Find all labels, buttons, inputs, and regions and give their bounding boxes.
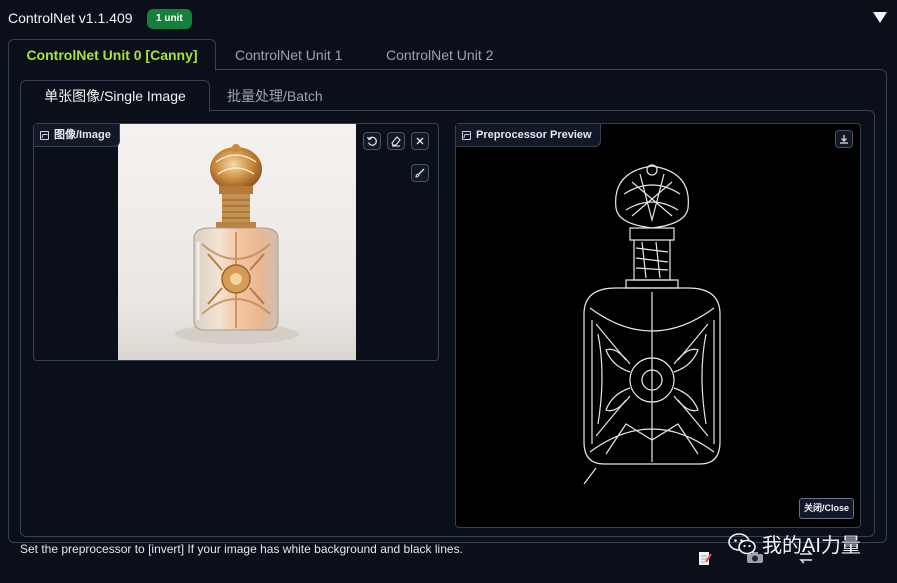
watermark: 我的AI力量 <box>728 529 861 558</box>
preprocessor-preview-box: Preprocessor Preview 关闭/Close <box>455 123 861 528</box>
image-input-box[interactable]: 图像/Image <box>33 123 439 361</box>
brush-icon <box>415 168 425 178</box>
image-label-chip: 图像/Image <box>34 124 120 147</box>
preprocessor-hint: Set the preprocessor to [invert] If your… <box>20 542 463 556</box>
undo-button[interactable] <box>363 132 381 150</box>
image-label: 图像/Image <box>54 129 111 141</box>
tab-controlnet-unit-0[interactable]: ControlNet Unit 0 [Canny] <box>8 39 216 71</box>
download-icon <box>840 135 848 144</box>
preview-label-chip: Preprocessor Preview <box>456 124 601 147</box>
write-icon[interactable] <box>698 550 712 569</box>
tab-controlnet-unit-1[interactable]: ControlNet Unit 1 <box>235 40 342 70</box>
close-icon <box>416 137 424 145</box>
preview-label: Preprocessor Preview <box>476 129 592 141</box>
close-preview-button[interactable]: 关闭/Close <box>798 498 854 519</box>
accordion-header[interactable]: ControlNet v1.1.409 1 unit <box>0 0 897 36</box>
download-button[interactable] <box>835 130 853 148</box>
controlnet-title: ControlNet v1.1.409 <box>8 10 133 26</box>
unit-count-badge: 1 unit <box>147 9 192 29</box>
wechat-logo-icon <box>728 532 756 554</box>
image-icon <box>40 130 49 140</box>
collapse-triangle-icon[interactable] <box>873 12 887 23</box>
canny-edge-image <box>583 164 721 485</box>
tab-single-image[interactable]: 单张图像/Single Image <box>20 80 210 112</box>
eraser-icon <box>391 136 401 147</box>
undo-icon <box>366 136 377 146</box>
tab-controlnet-unit-2[interactable]: ControlNet Unit 2 <box>386 40 493 70</box>
perfume-bottle-image <box>118 124 356 360</box>
clear-button[interactable] <box>411 132 429 150</box>
brush-button[interactable] <box>411 164 429 182</box>
image-icon <box>462 130 471 140</box>
watermark-text: 我的AI力量 <box>762 535 861 557</box>
eraser-button[interactable] <box>387 132 405 150</box>
tab-batch[interactable]: 批量处理/Batch <box>227 81 323 111</box>
